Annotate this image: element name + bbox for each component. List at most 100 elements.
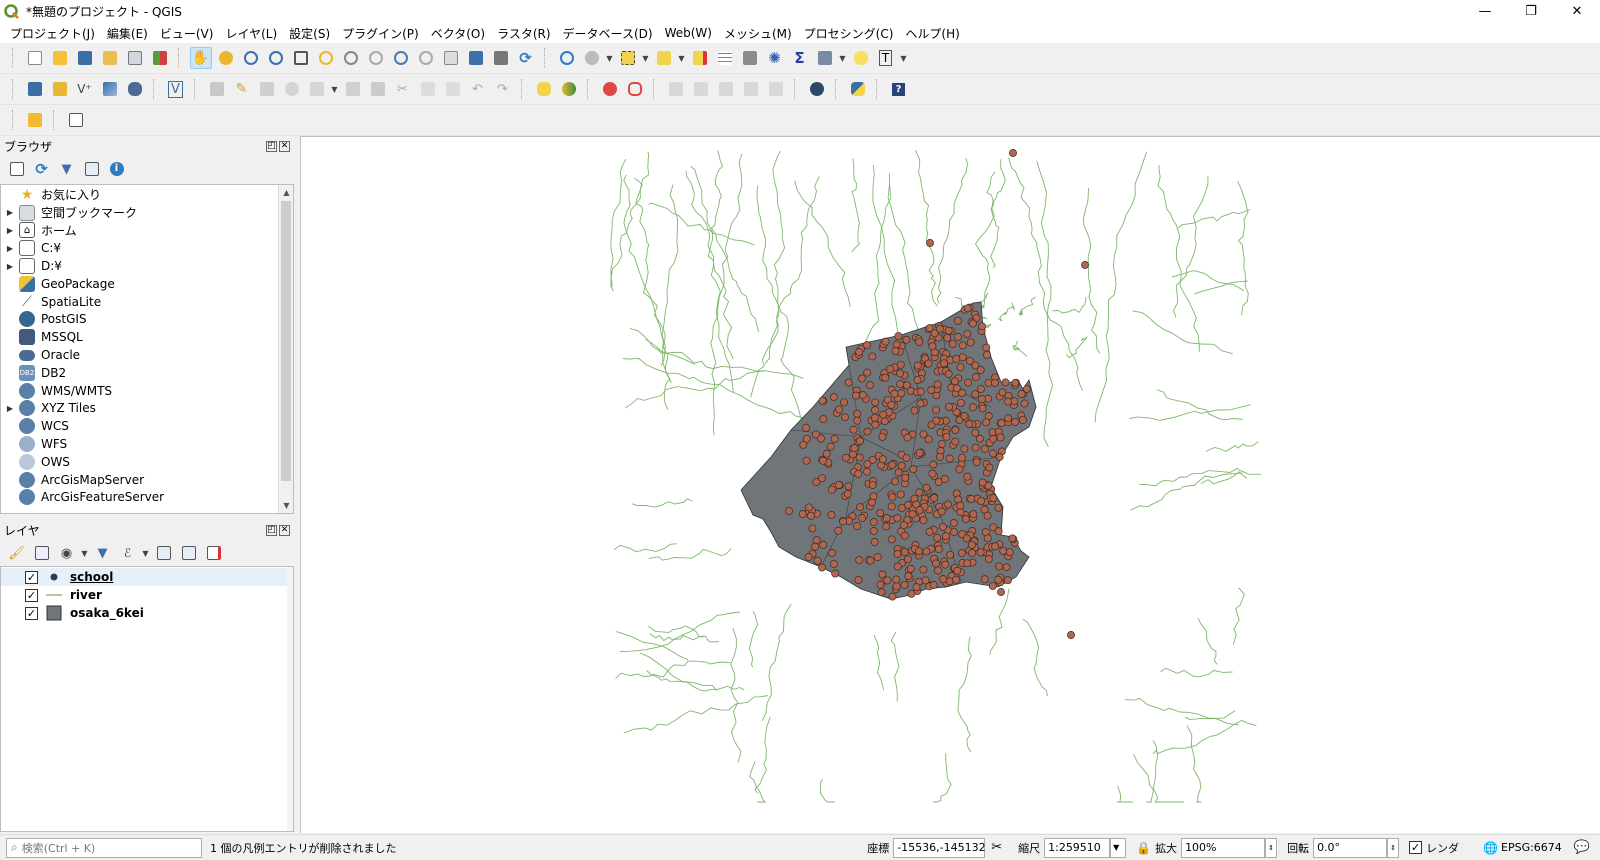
magnify-spinner[interactable]: ⇕	[1265, 837, 1278, 858]
school-point[interactable]	[890, 389, 899, 398]
school-point[interactable]	[971, 443, 980, 452]
school-point[interactable]	[953, 566, 962, 575]
school-point[interactable]	[957, 453, 966, 462]
school-point[interactable]	[966, 338, 975, 347]
open-project-button[interactable]	[49, 47, 71, 69]
layout-manager-button[interactable]	[124, 47, 146, 69]
school-point[interactable]	[989, 435, 998, 443]
school-point[interactable]	[863, 427, 872, 436]
toolbar-grip[interactable]	[835, 79, 839, 99]
remove-layer-button[interactable]	[203, 542, 225, 564]
select-value-dropdown[interactable]: ▼	[678, 47, 686, 69]
school-point[interactable]	[869, 518, 878, 527]
school-point[interactable]	[798, 510, 807, 518]
label-properties-button[interactable]	[765, 78, 787, 100]
school-point[interactable]	[822, 449, 831, 458]
vertex-tool-button[interactable]	[306, 78, 328, 100]
school-point[interactable]	[881, 337, 890, 346]
school-point[interactable]	[956, 501, 965, 510]
school-point[interactable]	[976, 548, 985, 557]
school-point[interactable]	[971, 390, 980, 399]
collapse-all-layers-button[interactable]	[178, 542, 200, 564]
school-point[interactable]	[949, 519, 958, 527]
school-point[interactable]	[954, 333, 963, 341]
school-point[interactable]	[944, 326, 953, 335]
school-point[interactable]	[926, 239, 934, 247]
school-point[interactable]	[913, 375, 922, 384]
school-point[interactable]	[888, 461, 897, 469]
school-point[interactable]	[939, 575, 948, 584]
school-point[interactable]	[991, 542, 1000, 551]
field-calculator-button[interactable]	[739, 47, 761, 69]
deselect-button[interactable]	[689, 47, 711, 69]
browser-filter-button[interactable]: ▼	[56, 158, 78, 180]
select-dropdown[interactable]: ▼	[642, 47, 650, 69]
school-point[interactable]	[1003, 576, 1012, 585]
school-point[interactable]	[997, 588, 1005, 596]
school-point[interactable]	[983, 534, 992, 543]
school-point[interactable]	[899, 521, 908, 530]
browser-item-c-drive[interactable]: ▶ C:¥	[1, 239, 293, 257]
school-point[interactable]	[1011, 418, 1019, 427]
layer-styling-button[interactable]: 🖌	[6, 542, 28, 564]
school-point[interactable]	[985, 463, 994, 472]
school-point[interactable]	[925, 324, 934, 333]
paste-features-button[interactable]	[442, 78, 464, 100]
school-point[interactable]	[960, 444, 969, 453]
school-point[interactable]	[818, 563, 826, 572]
school-point[interactable]	[1020, 399, 1029, 408]
label-tool-button[interactable]	[533, 78, 555, 100]
school-point[interactable]	[856, 503, 865, 512]
school-point[interactable]	[1008, 534, 1017, 543]
school-point[interactable]	[817, 434, 825, 443]
school-point[interactable]	[879, 455, 887, 464]
menu-vector[interactable]: ベクタ(O)	[425, 25, 491, 42]
school-point[interactable]	[901, 473, 910, 482]
toolbar-grip[interactable]	[12, 48, 16, 68]
school-point[interactable]	[871, 398, 880, 407]
school-point[interactable]	[1081, 261, 1089, 269]
school-point[interactable]	[855, 348, 864, 356]
menu-edit[interactable]: 編集(E)	[101, 25, 154, 42]
school-point[interactable]	[964, 378, 973, 387]
school-point[interactable]	[950, 377, 959, 386]
school-point[interactable]	[942, 432, 951, 441]
messages-icon[interactable]: 💬	[1574, 840, 1590, 855]
school-point[interactable]	[868, 480, 877, 489]
school-point[interactable]	[943, 333, 952, 342]
school-point[interactable]	[930, 493, 939, 502]
toolbar-grip[interactable]	[544, 48, 548, 68]
school-point[interactable]	[952, 384, 961, 393]
actions-dropdown[interactable]: ▼	[606, 47, 614, 69]
scroll-up-arrow[interactable]: ▲	[279, 185, 294, 200]
school-point[interactable]	[897, 389, 906, 398]
school-point[interactable]	[928, 342, 937, 351]
add-selected-layers-button[interactable]	[6, 158, 28, 180]
school-point[interactable]	[965, 420, 974, 428]
browser-item-home[interactable]: ▶ ⌂ ホーム	[1, 222, 293, 240]
school-point[interactable]	[988, 581, 997, 590]
school-point[interactable]	[965, 356, 974, 365]
school-point[interactable]	[1011, 379, 1020, 387]
menu-view[interactable]: ビュー(V)	[154, 25, 220, 42]
zoom-selection-button[interactable]	[315, 47, 337, 69]
school-point[interactable]	[892, 575, 901, 584]
school-point[interactable]	[896, 369, 905, 378]
menu-mesh[interactable]: メッシュ(M)	[718, 25, 798, 42]
school-point[interactable]	[989, 494, 998, 503]
school-point[interactable]	[844, 378, 853, 387]
highlight-labels-button[interactable]	[624, 78, 646, 100]
school-point[interactable]	[907, 589, 916, 598]
school-point[interactable]	[915, 448, 924, 457]
expand-all-button[interactable]	[153, 542, 175, 564]
toolbar-grip[interactable]	[876, 79, 880, 99]
zoom-layer-button[interactable]	[340, 47, 362, 69]
school-point[interactable]	[953, 316, 962, 325]
school-point[interactable]	[812, 536, 821, 545]
school-point[interactable]	[925, 527, 934, 536]
filter-expression-button[interactable]: ℰ	[117, 542, 139, 564]
school-point[interactable]	[849, 425, 858, 434]
school-point[interactable]	[830, 434, 839, 443]
school-point[interactable]	[978, 322, 986, 331]
school-point[interactable]	[945, 454, 954, 463]
